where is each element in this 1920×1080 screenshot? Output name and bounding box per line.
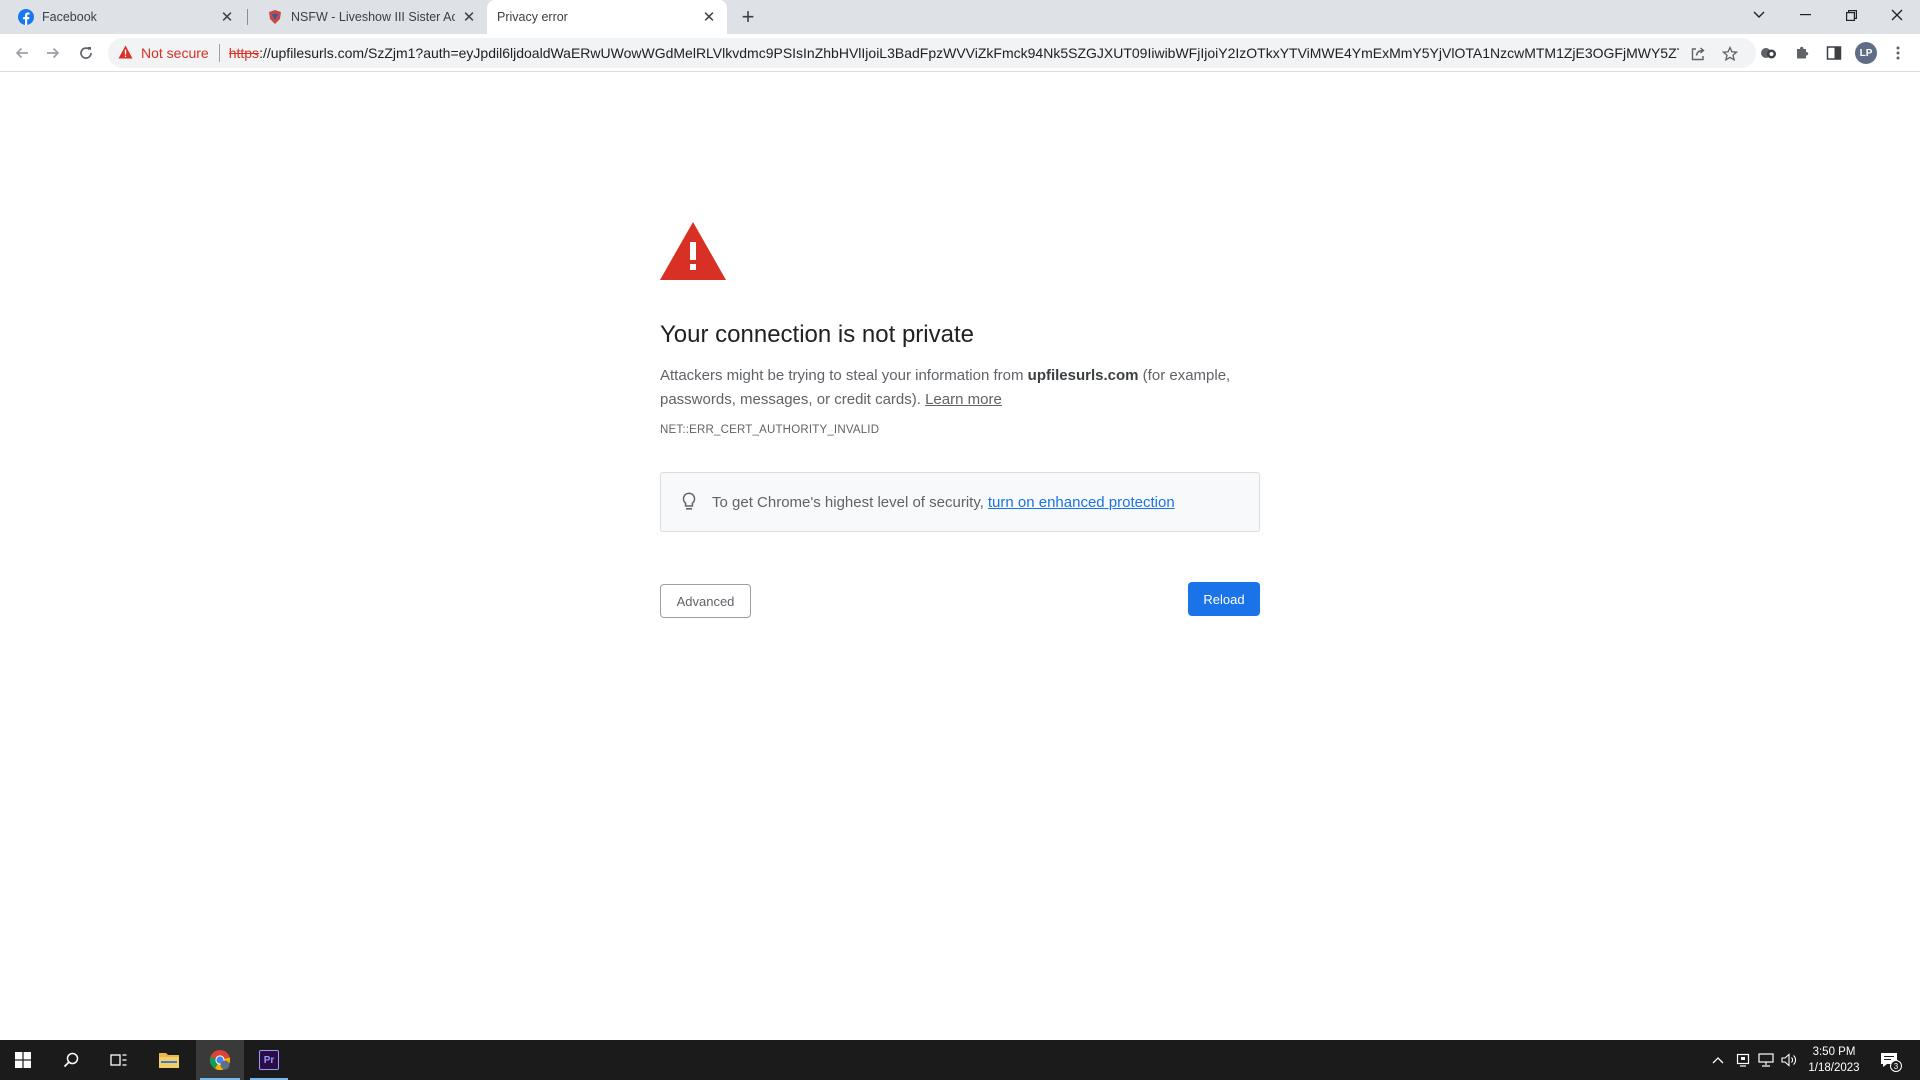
omnibox-divider (218, 44, 220, 62)
tab-privacy-error[interactable]: Privacy error ✕ (487, 0, 727, 34)
premiere-pro-label: Pr (259, 1050, 279, 1070)
url-text[interactable]: https://upfilesurls.com/SzZjm1?auth=eyJp… (229, 45, 1679, 61)
warning-icon (118, 45, 133, 62)
error-explanation: Attackers might be trying to steal your … (660, 364, 1260, 412)
browser-toolbar: Not secure https://upfilesurls.com/SzZjm… (0, 34, 1920, 72)
action-buttons: Advanced Reload (660, 582, 1260, 618)
task-view-icon[interactable] (96, 1040, 142, 1080)
file-explorer-icon[interactable] (146, 1040, 192, 1080)
page-title: Your connection is not private (660, 321, 974, 348)
windows-start-icon[interactable] (0, 1040, 46, 1080)
new-tab-button[interactable]: + (735, 4, 761, 29)
chrome-icon[interactable] (196, 1040, 244, 1080)
close-tab-icon[interactable]: ✕ (461, 9, 477, 26)
clock-time: 3:50 PM (1812, 1046, 1856, 1058)
meeting-icon[interactable] (1733, 1050, 1753, 1070)
site-domain: upfilesurls.com (1027, 367, 1139, 384)
tab-separator (247, 9, 248, 25)
profile-avatar[interactable]: LP (1855, 42, 1877, 64)
forward-icon[interactable] (40, 40, 66, 66)
close-tab-icon[interactable]: ✕ (219, 9, 235, 26)
learn-more-link[interactable]: Learn more (925, 391, 1002, 408)
tab-strip: Facebook ✕ NSFW - Liveshow III Sister Ac… (0, 0, 1920, 34)
url-path: ://upfilesurls.com/SzZjm1?auth=eyJpdil6l… (259, 45, 1679, 61)
reload-icon[interactable] (73, 40, 99, 66)
tab-search-icon[interactable] (1736, 0, 1782, 30)
close-window-icon[interactable] (1874, 0, 1920, 30)
tab-facebook[interactable]: Facebook ✕ (0, 0, 245, 34)
tip-text: To get Chrome's highest level of securit… (712, 493, 984, 511)
extensions-puzzle-icon[interactable] (1791, 42, 1813, 64)
not-secure-label: Not secure (141, 45, 209, 61)
warning-triangle-icon (660, 222, 726, 280)
share-icon[interactable] (1688, 44, 1708, 64)
bookmark-star-icon[interactable] (1720, 44, 1740, 64)
tray-chevron-up-icon[interactable] (1708, 1050, 1728, 1070)
menu-kebab-icon[interactable] (1887, 42, 1909, 64)
network-icon[interactable] (1756, 1050, 1776, 1070)
tab-title: Facebook (42, 10, 97, 24)
tab-title: Privacy error (497, 10, 568, 24)
volume-icon[interactable] (1779, 1050, 1799, 1070)
system-clock[interactable]: 3:50 PM 1/18/2023 (1797, 1044, 1871, 1076)
restore-icon[interactable] (1828, 0, 1874, 30)
enhanced-protection-link[interactable]: turn on enhanced protection (988, 494, 1175, 511)
advanced-button[interactable]: Advanced (660, 584, 751, 618)
clock-date: 1/18/2023 (1808, 1062, 1860, 1074)
minimize-icon[interactable] (1782, 0, 1828, 30)
notification-count-badge: 3 (1890, 1060, 1902, 1072)
body-prefix: Attackers might be trying to steal your … (660, 367, 1028, 384)
address-bar[interactable]: Not secure https://upfilesurls.com/SzZjm… (108, 38, 1756, 68)
tab-nsfw[interactable]: NSFW - Liveshow III Sister Act 2023 ✕ (249, 0, 487, 34)
security-indicator[interactable]: Not secure (118, 45, 209, 62)
tab-title: NSFW - Liveshow III Sister Act 2023 (291, 10, 455, 24)
premiere-pro-icon[interactable]: Pr (246, 1040, 292, 1080)
enhanced-protection-tip: To get Chrome's highest level of securit… (660, 472, 1260, 532)
error-code[interactable]: NET::ERR_CERT_AUTHORITY_INVALID (660, 424, 1260, 436)
back-icon[interactable] (9, 40, 35, 66)
close-tab-icon[interactable]: ✕ (701, 9, 717, 26)
windows-taskbar: Pr 3:50 PM 1/18/2023 3 (0, 1040, 1920, 1080)
search-icon[interactable] (48, 1040, 94, 1080)
reload-button[interactable]: Reload (1188, 582, 1260, 616)
notification-center-icon[interactable]: 3 (1876, 1048, 1902, 1072)
site-favicon-icon (267, 9, 283, 25)
privacy-error-page: Your connection is not private Attackers… (660, 222, 1260, 618)
facebook-icon (18, 9, 34, 25)
url-scheme: https (228, 45, 260, 61)
side-panel-icon[interactable] (1823, 42, 1845, 64)
extension-icon[interactable] (1758, 42, 1780, 64)
lightbulb-icon (679, 491, 699, 513)
